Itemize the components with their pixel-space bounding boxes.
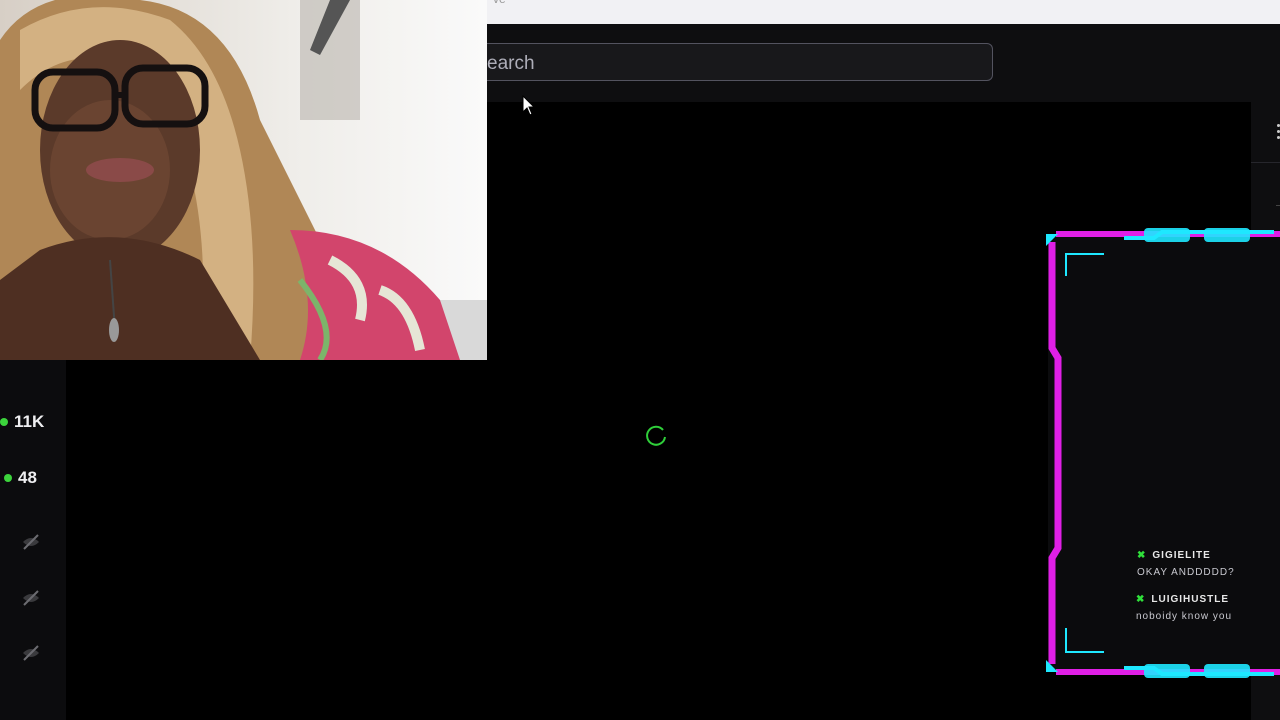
channel-viewer-count[interactable]: 48 <box>0 468 37 488</box>
rail-divider-short <box>1276 205 1280 206</box>
search-input[interactable]: earch <box>487 43 993 81</box>
chat-message-text: noboidy know you <box>1136 611 1233 622</box>
mouse-cursor-icon <box>522 95 536 116</box>
webcam-overlay <box>0 0 487 360</box>
chat-username[interactable]: LUIGIHUSTLE <box>1151 594 1229 605</box>
chat-badge-icon: ✖ <box>1136 594 1146 605</box>
chat-message: ✖ GIGIELITE OKAY ANDDDDD? <box>1137 550 1235 578</box>
chat-message-text: OKAY ANDDDDD? <box>1137 567 1235 578</box>
eye-slash-icon[interactable] <box>22 645 40 661</box>
browser-top-strip: ve <box>487 0 1280 24</box>
eye-slash-icon[interactable] <box>22 534 40 550</box>
loading-spinner-icon <box>646 425 666 446</box>
search-placeholder: earch <box>487 53 535 74</box>
chat-message: ✖ LUIGIHUSTLE noboidy know you <box>1136 594 1232 622</box>
live-indicator-icon <box>0 418 8 426</box>
eye-slash-icon[interactable] <box>22 590 40 606</box>
chat-badge-icon: ✖ <box>1137 550 1147 561</box>
chat-username[interactable]: GIGIELITE <box>1152 550 1210 561</box>
rail-divider <box>1251 162 1280 163</box>
viewer-count[interactable]: 11K <box>0 412 44 432</box>
viewer-count-value: 11K <box>14 412 45 431</box>
live-indicator-icon <box>4 474 12 482</box>
channel-viewer-count-value: 48 <box>18 468 37 487</box>
top-text-fragment: ve <box>493 0 506 6</box>
webcam-image <box>0 0 487 360</box>
